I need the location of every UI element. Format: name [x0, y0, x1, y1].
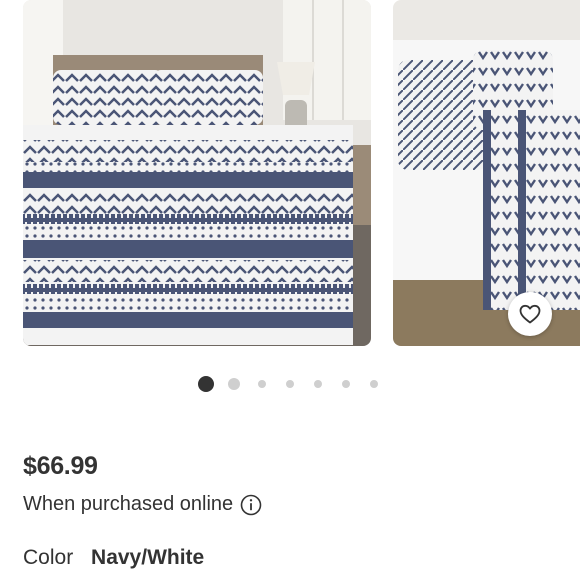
color-value: Navy/White	[91, 546, 205, 569]
product-image-carousel[interactable]	[0, 0, 580, 360]
bed-photo-illustration	[23, 0, 371, 346]
carousel-dot[interactable]	[370, 380, 378, 388]
color-label: Color	[23, 546, 74, 569]
carousel-dot[interactable]	[342, 380, 350, 388]
info-circle-icon[interactable]	[240, 494, 262, 516]
price-note-text: When purchased online	[23, 493, 234, 515]
color-selection-row: Color Navy/White	[23, 546, 204, 570]
product-price: $66.99	[23, 452, 98, 480]
carousel-dot[interactable]	[314, 380, 322, 388]
price-note-row: When purchased online	[23, 493, 262, 516]
product-image-secondary[interactable]	[393, 0, 580, 346]
carousel-dot[interactable]	[228, 378, 240, 390]
carousel-dot[interactable]	[286, 380, 294, 388]
carousel-pagination	[0, 376, 580, 392]
carousel-dot[interactable]	[258, 380, 266, 388]
carousel-dot[interactable]	[198, 376, 214, 392]
product-image-main[interactable]	[23, 0, 371, 346]
favorite-button[interactable]	[508, 292, 552, 336]
heart-outline-icon	[519, 304, 541, 324]
pillow-photo-illustration	[393, 0, 580, 346]
